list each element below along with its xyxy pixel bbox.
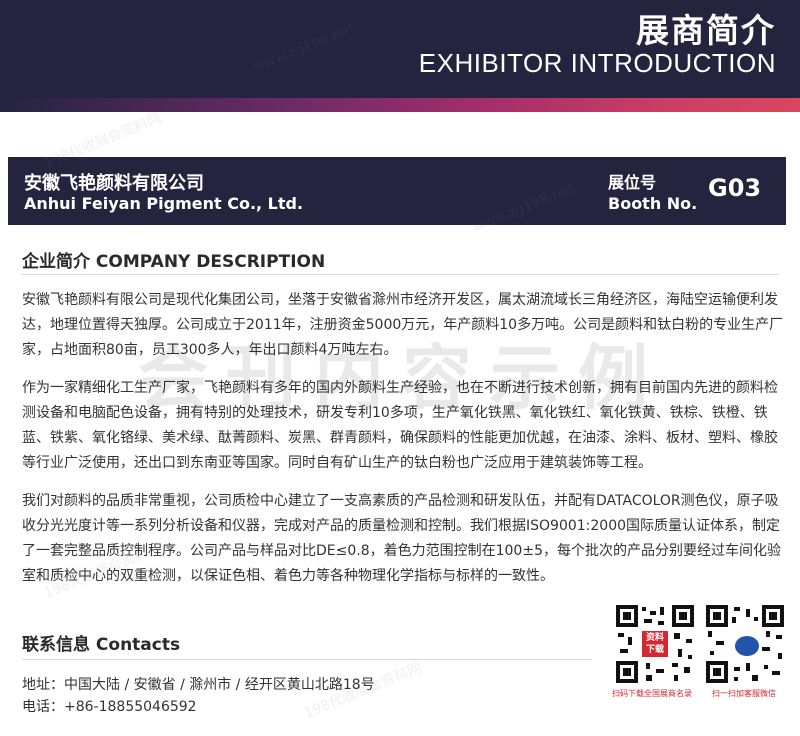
page-title-en: EXHIBITOR INTRODUCTION <box>418 48 776 78</box>
description-paragraph: 作为一家精细化工生产厂家，飞艳颜料有多年的国内外颜料生产经验，也在不断进行技术创… <box>22 380 778 471</box>
wechat-qr-caption: 扫一扫加客服微信 <box>712 689 776 698</box>
company-bar: 安徽飞艳颜料有限公司 Anhui Feiyan Pigment Co., Ltd… <box>8 157 786 225</box>
company-name-en: Anhui Feiyan Pigment Co., Ltd. <box>24 194 304 213</box>
description-heading: 企业简介 COMPANY DESCRIPTION <box>22 252 326 272</box>
header-accent-stripe <box>0 98 800 112</box>
description-paragraph: 我们对颜料的品质非常重视，公司质检中心建立了一支高素质的产品检测和研发队伍，并配… <box>22 493 781 584</box>
page-title-cn: 展商简介 <box>636 11 776 50</box>
wechat-qr-code[interactable] <box>706 605 784 683</box>
company-name-cn: 安徽飞艳颜料有限公司 <box>24 173 204 194</box>
wechat-logo-icon <box>733 634 761 658</box>
booth-number: G03 <box>708 174 762 202</box>
booth-label-en: Booth No. <box>608 194 698 213</box>
download-badge: 资料下载 <box>642 631 668 657</box>
contact-phone: 电话：+86-18855046592 <box>22 699 197 715</box>
booth-label-cn: 展位号 <box>608 173 657 192</box>
description-body: 安徽飞艳颜料有限公司是现代化集团公司，坐落于安徽省滁州市经济开发区，属太湖流域长… <box>22 288 786 602</box>
contacts-heading: 联系信息 Contacts <box>22 635 181 655</box>
contacts-divider <box>22 659 592 660</box>
download-qr-caption: 扫码下载全国展商名录 <box>612 689 692 698</box>
download-qr-code[interactable]: 资料下载 <box>616 605 694 683</box>
contact-address: 地址：中国大陆 / 安徽省 / 滁州市 / 经开区黄山北路18号 <box>22 677 375 693</box>
description-divider <box>22 274 778 275</box>
description-paragraph: 安徽飞艳颜料有限公司是现代化集团公司，坐落于安徽省滁州市经济开发区，属太湖流域长… <box>22 292 784 358</box>
